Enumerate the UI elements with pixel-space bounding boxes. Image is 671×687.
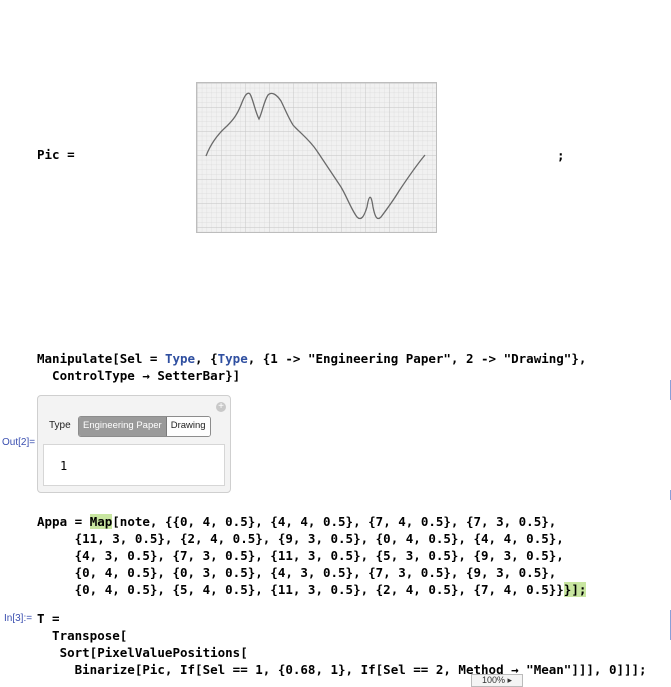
cell-bracket[interactable]	[667, 610, 671, 640]
zoom-control[interactable]: 100% ▸	[471, 674, 523, 687]
type-control-label: Type	[49, 420, 71, 431]
manipulate-brace: , {	[195, 351, 218, 366]
engineering-paper-image	[196, 82, 437, 233]
cell-bracket[interactable]	[667, 490, 671, 500]
tcell-line-2[interactable]: Transpose[	[37, 627, 127, 644]
setter-engineering-paper-button[interactable]: Engineering Paper	[79, 417, 167, 436]
manipulate-options: , {1 -> "Engineering Paper", 2 -> "Drawi…	[247, 351, 587, 366]
drawing-canvas	[197, 83, 436, 232]
appa-line-4[interactable]: {0, 4, 0.5}, {0, 3, 0.5}, {4, 3, 0.5}, {…	[37, 564, 557, 581]
type-symbol: Type	[164, 351, 196, 366]
zoom-menu-icon: ▸	[507, 675, 513, 685]
tcell-line-4[interactable]: Binarize[Pic, If[Sel == 1, {0.68, 1}, If…	[37, 661, 647, 678]
output-label: Out[2]=	[2, 437, 36, 448]
manipulate-panel: + Type Engineering Paper Drawing 1	[37, 395, 231, 493]
zoom-level: 100%	[481, 675, 505, 685]
manipulate-head: Manipulate[Sel =	[37, 351, 165, 366]
appa-args: [note, {{0, 4, 0.5}, {4, 4, 0.5}, {7, 4,…	[112, 514, 557, 529]
tcell-line-1[interactable]: T =	[37, 610, 60, 627]
manipulate-input-line-2[interactable]: ControlType → SetterBar}]	[37, 367, 240, 384]
add-options-icon[interactable]: +	[216, 402, 226, 412]
manipulate-output-value: 1	[60, 459, 68, 473]
appa-line-1[interactable]: Appa = Map[note, {{0, 4, 0.5}, {4, 4, 0.…	[37, 513, 556, 530]
input-label: In[3]:=	[4, 613, 33, 624]
manipulate-input-line-1[interactable]: Manipulate[Sel = Type, {Type, {1 -> "Eng…	[37, 350, 586, 367]
appa-lhs: Appa =	[37, 514, 90, 529]
appa-line-3[interactable]: {4, 3, 0.5}, {7, 3, 0.5}, {11, 3, 0.5}, …	[37, 547, 564, 564]
appa-line-2[interactable]: {11, 3, 0.5}, {2, 4, 0.5}, {9, 3, 0.5}, …	[37, 530, 564, 547]
setter-drawing-button[interactable]: Drawing	[166, 417, 210, 436]
tcell-line-3[interactable]: Sort[PixelValuePositions[	[37, 644, 248, 661]
setter-bar: Engineering Paper Drawing	[78, 416, 211, 437]
grid-background	[197, 83, 436, 232]
cell-bracket[interactable]	[667, 380, 671, 400]
matching-bracket-highlight: }];	[563, 582, 587, 597]
appa-last-args: {0, 4, 0.5}, {5, 4, 0.5}, {11, 3, 0.5}, …	[37, 582, 564, 597]
map-function-highlight: Map	[89, 514, 113, 529]
pic-assignment-label: Pic =	[37, 147, 75, 162]
manipulate-output-area: 1	[43, 444, 225, 486]
type-symbol-2: Type	[217, 351, 248, 366]
appa-line-5[interactable]: {0, 4, 0.5}, {5, 4, 0.5}, {11, 3, 0.5}, …	[37, 581, 587, 598]
pic-suppress-semicolon: ;	[557, 148, 565, 163]
